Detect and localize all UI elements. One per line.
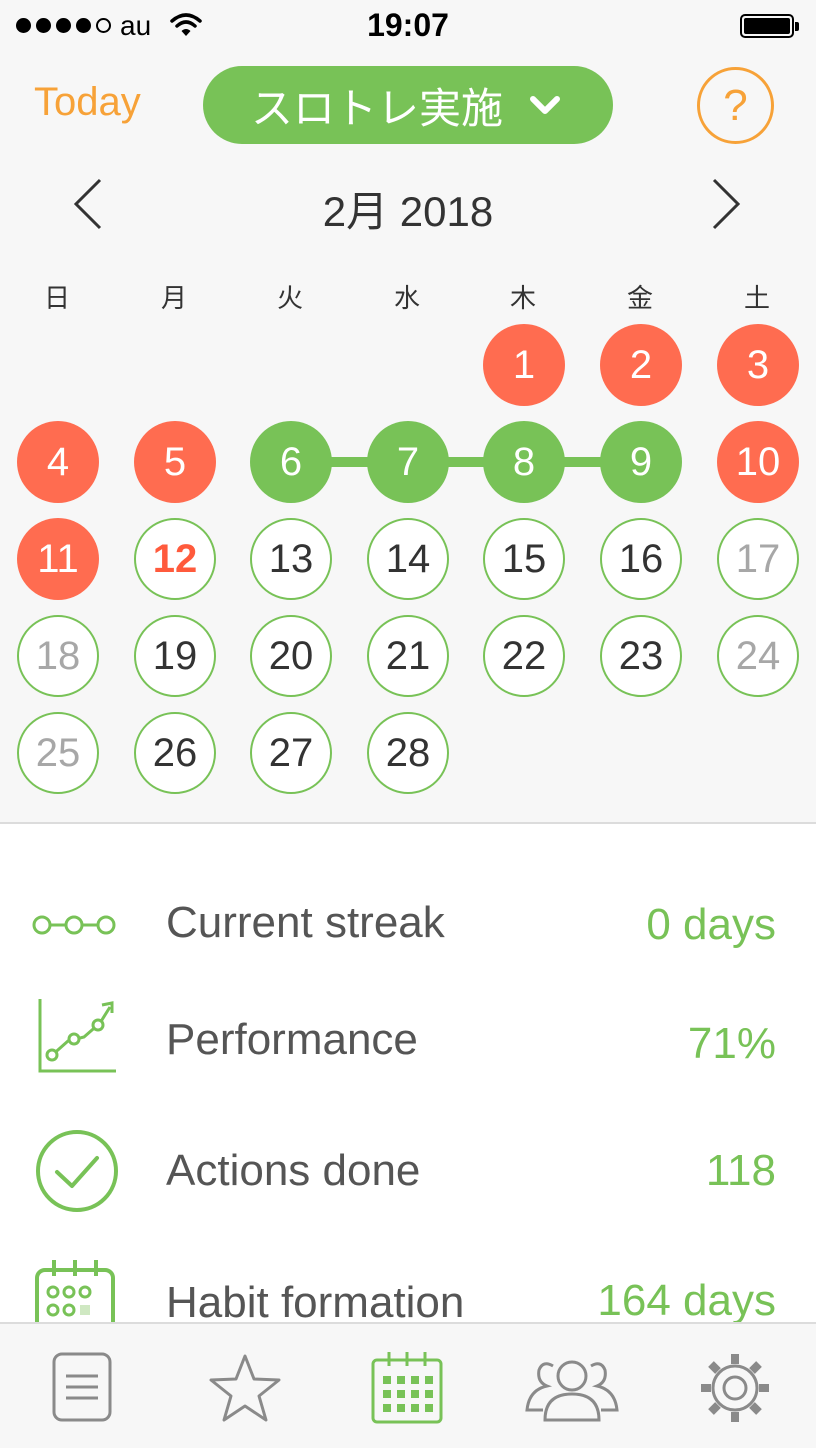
gear-icon[interactable] bbox=[695, 1352, 775, 1424]
calendar-day-13[interactable]: 13 bbox=[250, 518, 332, 600]
calendar-day-12[interactable]: 12 bbox=[134, 518, 216, 600]
calendar-day-19[interactable]: 19 bbox=[134, 615, 216, 697]
stat-actions-done[interactable]: Actions done 118 bbox=[0, 1126, 816, 1216]
streak-icon bbox=[32, 915, 116, 935]
stat-value: 164 days bbox=[597, 1276, 776, 1322]
calendar-icon[interactable] bbox=[367, 1352, 447, 1424]
calendar-day-23[interactable]: 23 bbox=[600, 615, 682, 697]
calendar-day-11[interactable]: 11 bbox=[17, 518, 99, 600]
stat-value: 71% bbox=[687, 1019, 776, 1068]
calendar-day-18[interactable]: 18 bbox=[17, 615, 99, 697]
calendar-day-4[interactable]: 4 bbox=[17, 421, 99, 503]
calendar-day-16[interactable]: 16 bbox=[600, 518, 682, 600]
calendar-day-1[interactable]: 1 bbox=[483, 324, 565, 406]
star-icon[interactable] bbox=[205, 1352, 285, 1424]
calendar-grid: 1 2 3 4 5 6 7 8 9 10 11 12 13 14 15 16 17 18 19 20 21 22 23 24 2… bbox=[0, 0, 816, 822]
calendar-day-8[interactable]: 8 bbox=[483, 421, 565, 503]
calendar-day-10[interactable]: 10 bbox=[717, 421, 799, 503]
calendar-day-28[interactable]: 28 bbox=[367, 712, 449, 794]
divider bbox=[0, 822, 816, 824]
stat-value: 118 bbox=[705, 1146, 776, 1195]
calendar-day-26[interactable]: 26 bbox=[134, 712, 216, 794]
calendar-day-9[interactable]: 9 bbox=[600, 421, 682, 503]
calendar-day-7[interactable]: 7 bbox=[367, 421, 449, 503]
stat-current-streak[interactable]: Current streak 0 days bbox=[0, 880, 816, 970]
checkmark-circle-icon bbox=[36, 1130, 118, 1212]
stat-label: Performance bbox=[166, 1015, 418, 1064]
stat-habit-formation[interactable]: Habit formation 164 days bbox=[0, 1258, 816, 1322]
calendar-day-5[interactable]: 5 bbox=[134, 421, 216, 503]
performance-chart-icon bbox=[38, 999, 116, 1073]
streak-connector bbox=[290, 457, 640, 467]
calendar-day-17[interactable]: 17 bbox=[717, 518, 799, 600]
calendar-day-3[interactable]: 3 bbox=[717, 324, 799, 406]
group-icon[interactable] bbox=[525, 1352, 619, 1424]
calendar-day-22[interactable]: 22 bbox=[483, 615, 565, 697]
calendar-day-2[interactable]: 2 bbox=[600, 324, 682, 406]
list-icon[interactable] bbox=[42, 1352, 122, 1424]
stat-label: Habit formation bbox=[166, 1278, 465, 1322]
calendar-day-15[interactable]: 15 bbox=[483, 518, 565, 600]
stat-performance[interactable]: Performance 71% bbox=[0, 995, 816, 1085]
calendar-day-27[interactable]: 27 bbox=[250, 712, 332, 794]
calendar-day-14[interactable]: 14 bbox=[367, 518, 449, 600]
stat-value: 0 days bbox=[646, 900, 776, 949]
stat-label: Current streak bbox=[166, 898, 445, 947]
tab-bar bbox=[0, 1322, 816, 1448]
calendar-day-25[interactable]: 25 bbox=[17, 712, 99, 794]
calendar-day-20[interactable]: 20 bbox=[250, 615, 332, 697]
calendar-day-21[interactable]: 21 bbox=[367, 615, 449, 697]
calendar-day-6[interactable]: 6 bbox=[250, 421, 332, 503]
calendar-day-24[interactable]: 24 bbox=[717, 615, 799, 697]
stat-label: Actions done bbox=[166, 1146, 421, 1195]
habit-calendar-icon bbox=[35, 1260, 115, 1322]
